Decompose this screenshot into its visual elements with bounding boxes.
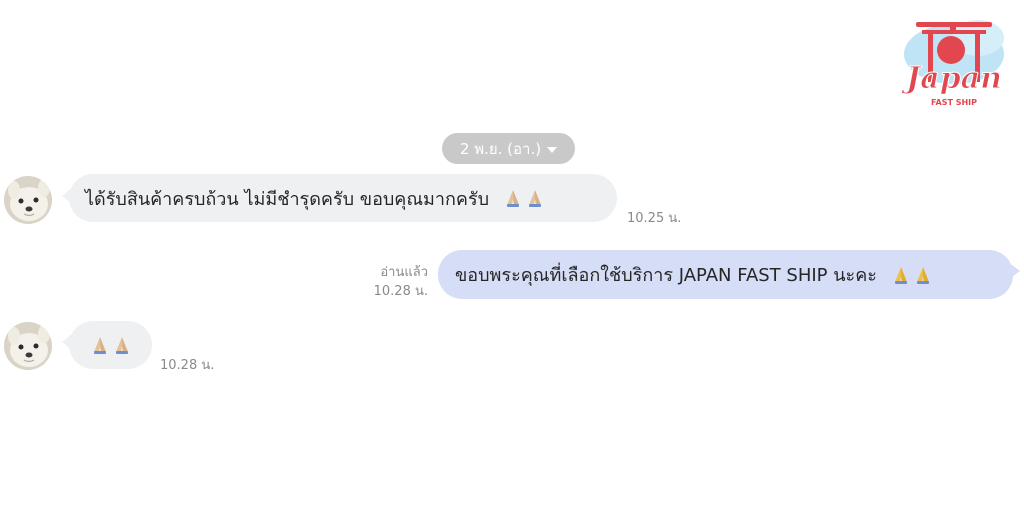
logo-brand-text: Japan [901, 61, 1002, 96]
message-bubble-incoming[interactable] [69, 321, 152, 369]
message-timestamp: 10.28 น. [160, 358, 215, 373]
read-receipt: อ่านแล้ว 10.28 น. [352, 263, 428, 301]
folded-hands-icon [503, 188, 545, 208]
sender-avatar[interactable] [4, 322, 52, 370]
japan-fast-ship-logo: Japan FAST SHIP [898, 8, 1010, 112]
chevron-down-icon [547, 146, 558, 153]
message-text: ได้รับสินค้าครบถ้วน ไม่มีชำรุดครับ ขอบคุ… [85, 188, 490, 210]
message-text: ขอบพระคุณที่เลือกใช้บริการ JAPAN FAST SH… [455, 265, 877, 286]
folded-hands-icon [90, 335, 132, 355]
message-timestamp: 10.25 น. [627, 211, 682, 226]
read-status: อ่านแล้ว [380, 265, 428, 280]
message-bubble-outgoing[interactable]: ขอบพระคุณที่เลือกใช้บริการ JAPAN FAST SH… [438, 250, 1013, 299]
bubble-tail [1008, 262, 1020, 280]
message-bubble-incoming[interactable]: ได้รับสินค้าครบถ้วน ไม่มีชำรุดครับ ขอบคุ… [69, 174, 617, 222]
sender-avatar[interactable] [4, 176, 52, 224]
date-separator-label: 2 พ.ย. (อา.) [459, 139, 542, 158]
message-timestamp: 10.28 น. [373, 284, 428, 299]
date-separator-dropdown[interactable]: 2 พ.ย. (อา.) [442, 133, 575, 164]
folded-hands-icon [891, 265, 933, 285]
logo-tagline-text: FAST SHIP [931, 98, 977, 107]
